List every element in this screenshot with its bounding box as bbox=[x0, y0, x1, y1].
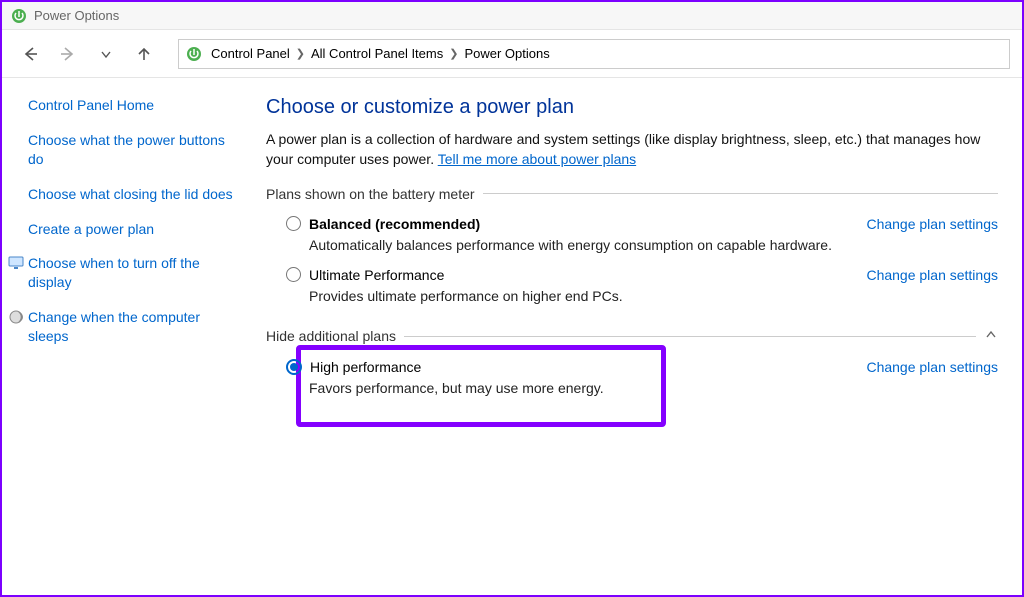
titlebar: Power Options bbox=[2, 2, 1022, 30]
plan-name[interactable]: High performance bbox=[310, 359, 421, 375]
moon-icon bbox=[8, 309, 24, 325]
section-text: Plans shown on the battery meter bbox=[266, 186, 475, 202]
plan-name[interactable]: Balanced (recommended) bbox=[309, 216, 480, 232]
sidebar: Control Panel Home Choose what the power… bbox=[2, 78, 254, 595]
sidebar-link[interactable]: Choose when to turn off the display bbox=[28, 254, 242, 292]
plan-radio[interactable] bbox=[286, 359, 302, 375]
control-panel-home-link[interactable]: Control Panel Home bbox=[28, 96, 242, 115]
divider bbox=[404, 336, 976, 337]
address-bar[interactable]: Control Panel ❯ All Control Panel Items … bbox=[178, 39, 1010, 69]
sidebar-link[interactable]: Choose what the power buttons do bbox=[28, 131, 242, 169]
plan-list-primary: Balanced (recommended) Change plan setti… bbox=[266, 216, 998, 304]
chevron-up-icon[interactable] bbox=[984, 328, 998, 345]
change-plan-settings-link[interactable]: Change plan settings bbox=[866, 216, 998, 232]
chevron-right-icon[interactable]: ❯ bbox=[296, 47, 305, 60]
navbar: Control Panel ❯ All Control Panel Items … bbox=[2, 30, 1022, 78]
plan-name[interactable]: Ultimate Performance bbox=[309, 267, 444, 283]
plan-radio[interactable] bbox=[286, 216, 301, 231]
power-plan-balanced: Balanced (recommended) Change plan setti… bbox=[286, 216, 998, 253]
plan-description: Favors performance, but may use more ene… bbox=[309, 380, 998, 396]
page-heading: Choose or customize a power plan bbox=[266, 96, 998, 119]
power-plan-high-performance: High performance Change plan settings Fa… bbox=[286, 359, 998, 396]
breadcrumb-item[interactable]: Control Panel bbox=[211, 46, 290, 61]
change-plan-settings-link[interactable]: Change plan settings bbox=[866, 267, 998, 283]
sidebar-link[interactable]: Change when the computer sleeps bbox=[28, 308, 242, 346]
power-options-icon bbox=[10, 7, 28, 25]
power-options-icon bbox=[185, 45, 203, 63]
plan-radio[interactable] bbox=[286, 267, 301, 282]
divider bbox=[483, 193, 998, 194]
section-label-meter: Plans shown on the battery meter bbox=[266, 186, 998, 202]
plan-list-additional: High performance Change plan settings Fa… bbox=[266, 359, 998, 396]
window-title: Power Options bbox=[34, 8, 119, 23]
page-description: A power plan is a collection of hardware… bbox=[266, 129, 998, 170]
monitor-icon bbox=[8, 255, 24, 271]
sidebar-link[interactable]: Choose what closing the lid does bbox=[28, 185, 242, 204]
chevron-right-icon[interactable]: ❯ bbox=[449, 47, 458, 60]
breadcrumb-item[interactable]: All Control Panel Items bbox=[311, 46, 443, 61]
plan-description: Provides ultimate performance on higher … bbox=[309, 288, 998, 304]
plan-description: Automatically balances performance with … bbox=[309, 237, 998, 253]
section-label-additional[interactable]: Hide additional plans bbox=[266, 328, 998, 345]
main-panel: Choose or customize a power plan A power… bbox=[254, 78, 1022, 595]
power-plan-ultimate: Ultimate Performance Change plan setting… bbox=[286, 267, 998, 304]
back-button[interactable] bbox=[18, 42, 42, 66]
learn-more-link[interactable]: Tell me more about power plans bbox=[438, 151, 636, 167]
section-text: Hide additional plans bbox=[266, 328, 396, 344]
sidebar-link[interactable]: Create a power plan bbox=[28, 220, 242, 239]
content-area: Control Panel Home Choose what the power… bbox=[2, 78, 1022, 595]
change-plan-settings-link[interactable]: Change plan settings bbox=[866, 359, 998, 375]
forward-button[interactable] bbox=[56, 42, 80, 66]
breadcrumb-item[interactable]: Power Options bbox=[464, 46, 549, 61]
recent-dropdown[interactable] bbox=[94, 42, 118, 66]
up-button[interactable] bbox=[132, 42, 156, 66]
